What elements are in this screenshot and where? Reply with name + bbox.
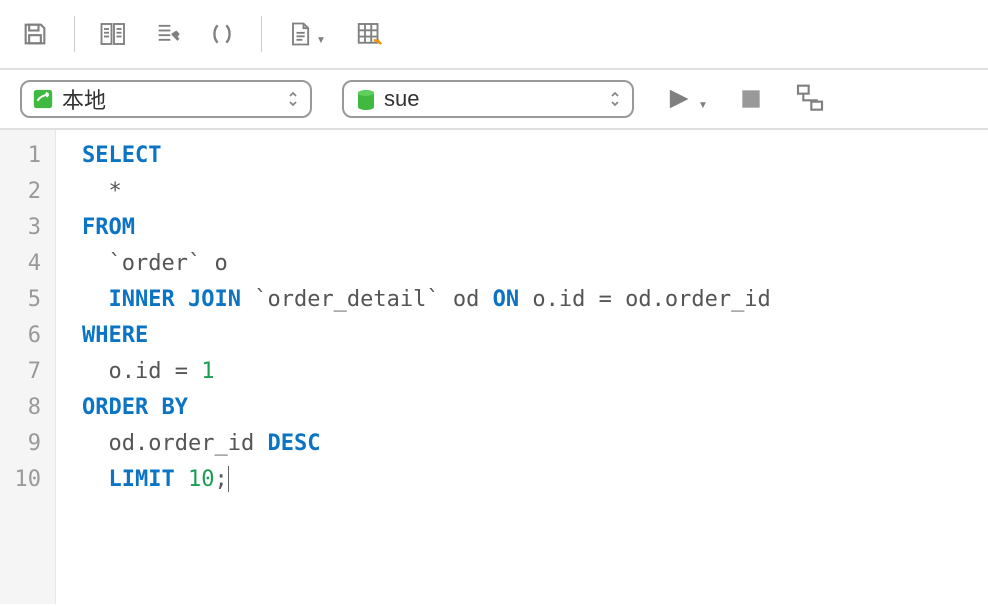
code-line[interactable]: * <box>82 174 988 210</box>
stop-icon <box>738 86 764 112</box>
toolbar-divider <box>74 16 75 52</box>
connection-selector[interactable]: 本地 <box>20 80 312 118</box>
line-number: 1 <box>0 138 55 174</box>
code-line[interactable]: WHERE <box>82 318 988 354</box>
line-number: 2 <box>0 174 55 210</box>
line-number: 6 <box>0 318 55 354</box>
line-number: 9 <box>0 426 55 462</box>
database-selector[interactable]: sue <box>342 80 634 118</box>
export-results-button[interactable] <box>350 19 390 49</box>
database-icon <box>354 88 376 110</box>
code-line[interactable]: `order` o <box>82 246 988 282</box>
dropdown-triangle-icon: ▼ <box>316 35 326 46</box>
chevron-updown-icon <box>608 88 622 110</box>
code-line[interactable]: o.id = 1 <box>82 354 988 390</box>
connection-bar: 本地 sue ▼ <box>0 70 988 130</box>
save-button[interactable] <box>20 19 50 49</box>
line-gutter: 12345678910 <box>0 130 56 604</box>
stop-query-button[interactable] <box>738 86 764 112</box>
sql-editor[interactable]: 12345678910 SELECT *FROM `order` o INNER… <box>0 130 988 604</box>
line-number: 4 <box>0 246 55 282</box>
code-line[interactable]: LIMIT 10; <box>82 462 988 498</box>
code-line[interactable]: ORDER BY <box>82 390 988 426</box>
code-content[interactable]: SELECT *FROM `order` o INNER JOIN `order… <box>56 130 988 604</box>
chevron-updown-icon <box>286 88 300 110</box>
new-query-button[interactable]: ▼ <box>286 19 326 49</box>
line-number: 5 <box>0 282 55 318</box>
play-icon <box>664 85 692 113</box>
format-sql-button[interactable] <box>99 19 129 49</box>
line-number: 3 <box>0 210 55 246</box>
dropdown-triangle-icon: ▼ <box>698 100 708 111</box>
line-number: 8 <box>0 390 55 426</box>
explain-icon <box>794 83 826 115</box>
connection-name: 本地 <box>62 83 278 115</box>
code-line[interactable]: FROM <box>82 210 988 246</box>
beautify-sql-button[interactable] <box>153 19 183 49</box>
explain-plan-button[interactable] <box>794 83 826 115</box>
line-number: 7 <box>0 354 55 390</box>
toolbar-divider <box>261 16 262 52</box>
code-line[interactable]: SELECT <box>82 138 988 174</box>
database-name: sue <box>384 86 600 112</box>
code-line[interactable]: od.order_id DESC <box>82 426 988 462</box>
connection-icon <box>32 88 54 110</box>
line-number: 10 <box>0 462 55 498</box>
run-query-button[interactable]: ▼ <box>664 85 708 113</box>
parentheses-button[interactable] <box>207 19 237 49</box>
code-line[interactable]: INNER JOIN `order_detail` od ON o.id = o… <box>82 282 988 318</box>
main-toolbar: ▼ <box>0 0 988 70</box>
